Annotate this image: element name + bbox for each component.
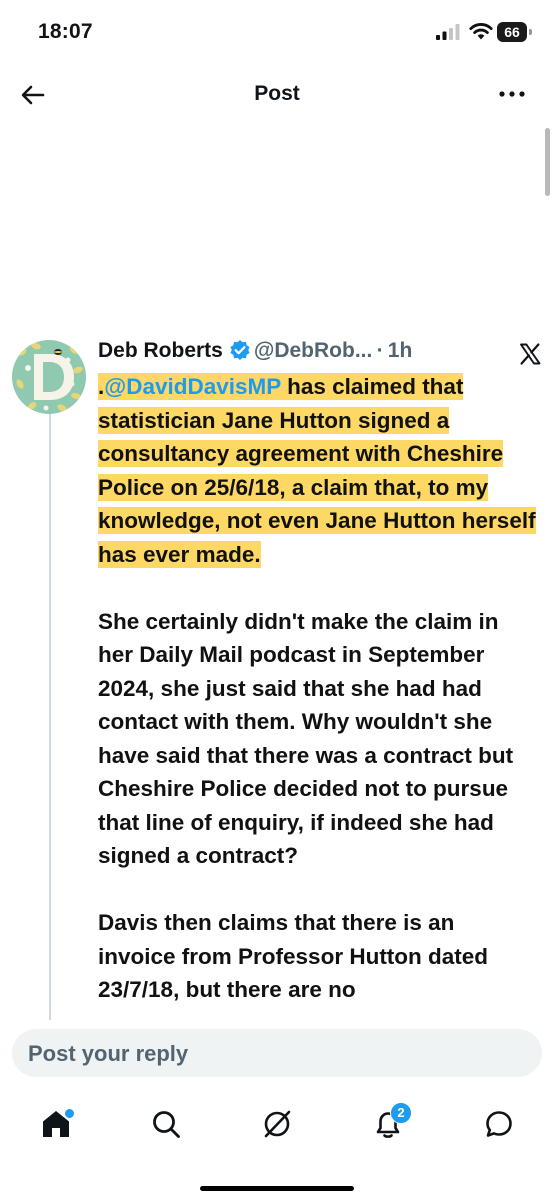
nav-home[interactable] (34, 1102, 78, 1146)
scrollbar[interactable] (545, 128, 550, 196)
battery-level: 66 (504, 24, 520, 40)
verified-badge-icon (230, 340, 250, 360)
post-paragraph-1: .@DavidDavisMP has claimed that statisti… (98, 370, 538, 571)
post-paragraph-3: Davis then claims that there is an invoi… (98, 910, 489, 1002)
author-name[interactable]: Deb Roberts (98, 339, 223, 362)
status-time: 18:07 (38, 20, 93, 43)
separator-dot: · (376, 339, 384, 362)
mention-link[interactable]: @DavidDavisMP (104, 374, 281, 399)
post-time[interactable]: 1h (388, 339, 413, 362)
page-title: Post (254, 82, 300, 105)
x-logo-icon[interactable] (518, 342, 542, 366)
more-options-icon[interactable] (496, 82, 528, 106)
messages-icon (486, 1111, 512, 1137)
status-bar: 18:07 66 (0, 0, 554, 62)
post-header: Deb Roberts @DebRob... · 1h (98, 339, 412, 369)
notification-badge: 2 (390, 1102, 412, 1124)
thread-line (49, 412, 51, 1020)
nav-messages[interactable] (477, 1102, 521, 1146)
bottom-nav: 2 (0, 1094, 554, 1154)
post-paragraph-2: She certainly didn't make the claim in h… (98, 608, 514, 869)
battery-icon: 66 (497, 22, 533, 42)
nav-grok[interactable] (255, 1102, 299, 1146)
avatar[interactable] (12, 340, 86, 414)
wifi-icon (469, 23, 493, 40)
nav-notifications[interactable]: 2 (366, 1102, 412, 1146)
home-indicator (200, 1186, 354, 1191)
author-handle[interactable]: @DebRob... (254, 339, 372, 362)
search-icon (153, 1111, 180, 1138)
reply-input[interactable]: Post your reply (12, 1029, 542, 1077)
nav-search[interactable] (144, 1102, 188, 1146)
grok-icon (264, 1110, 291, 1138)
paragraph-1-text: has claimed that statistician Jane Hutto… (98, 374, 536, 567)
post-body: .@DavidDavisMP has claimed that statisti… (98, 370, 538, 1040)
reply-placeholder: Post your reply (28, 1041, 189, 1066)
home-unread-dot (64, 1108, 75, 1119)
cellular-signal-icon (436, 24, 460, 40)
header: Post (0, 66, 554, 122)
